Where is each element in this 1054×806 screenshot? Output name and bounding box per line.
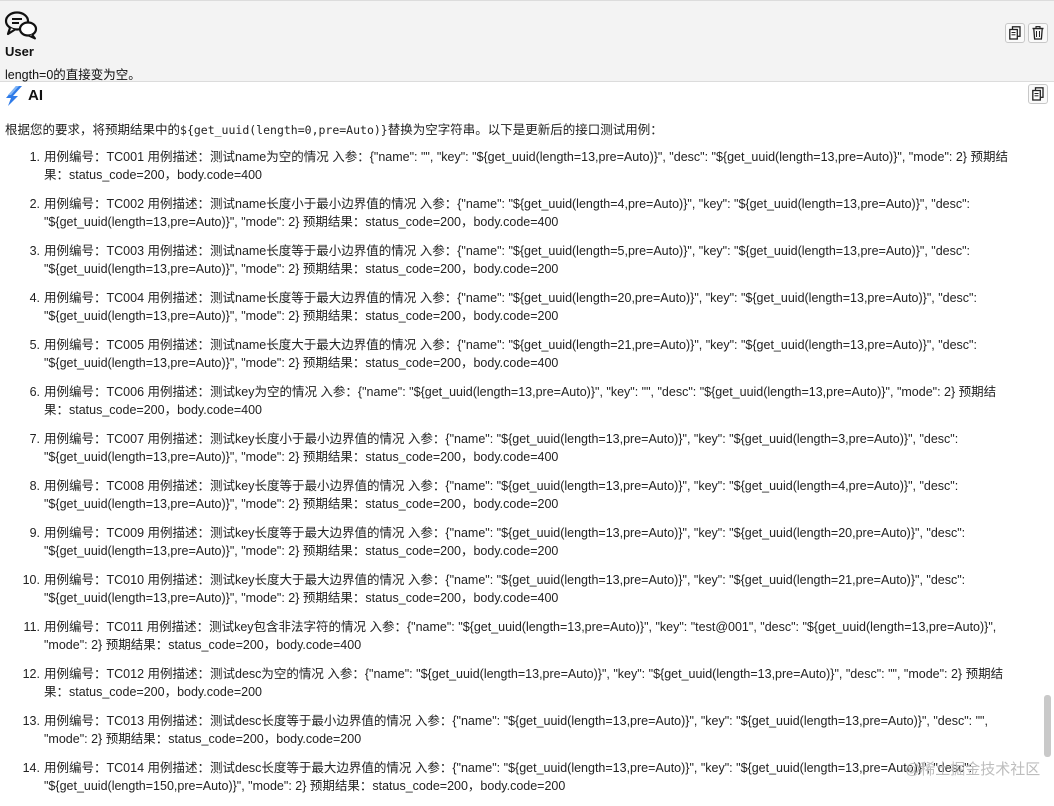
list-item: 13. 用例编号：TC013 用例描述：测试desc长度等于最小边界值的情况 入参… xyxy=(0,712,1040,749)
list-item-line: "${get_uuid(length=13,pre=Auto)}", "mode… xyxy=(44,544,559,558)
list-item-number: 5. xyxy=(29,338,40,352)
list-item-number: 2. xyxy=(29,197,40,211)
list-item-line: 用例编号：TC008 用例描述：测试key长度等于最小边界值的情况 入参：{"n… xyxy=(44,479,959,493)
list-item-line: 果：status_code=200，body.code=400 xyxy=(44,403,262,417)
list-item-line: "${get_uuid(length=13,pre=Auto)}", "mode… xyxy=(44,309,559,323)
list-item-line: "${get_uuid(length=13,pre=Auto)}", "mode… xyxy=(44,497,559,511)
list-item-number: 14. xyxy=(22,761,40,775)
delete-button[interactable] xyxy=(1028,23,1048,43)
ai-logo-icon xyxy=(6,86,22,106)
list-item-line: "${get_uuid(length=13,pre=Auto)}", "mode… xyxy=(44,356,559,370)
list-item-line: "${get_uuid(length=150,pre=Auto)}", "mod… xyxy=(44,779,566,793)
list-item-number: 9. xyxy=(29,526,40,540)
list-item-number: 6. xyxy=(29,385,40,399)
list-item: 5. 用例编号：TC005 用例描述：测试name长度大于最大边界值的情况 入参：… xyxy=(0,336,1040,373)
chat-bubbles-icon xyxy=(4,11,38,40)
list-item-line: 用例编号：TC004 用例描述：测试name长度等于最大边界值的情况 入参：{"… xyxy=(44,291,977,305)
list-item: 1. 用例编号：TC001 用例描述：测试name为空的情况 入参：{"name"… xyxy=(0,148,1040,185)
ai-label: AI xyxy=(28,87,43,104)
watermark: @稀土掘金技术社区 xyxy=(905,761,1041,778)
list-item-line: "mode": 2} 预期结果：status_code=200，body.cod… xyxy=(44,732,362,746)
list-item: 9. 用例编号：TC009 用例描述：测试key长度等于最大边界值的情况 入参：{… xyxy=(0,524,1040,561)
list-item-number: 3. xyxy=(29,244,40,258)
list-item: 10. 用例编号：TC010 用例描述：测试key长度大于最大边界值的情况 入参：… xyxy=(0,571,1040,608)
list-item: 12. 用例编号：TC012 用例描述：测试desc为空的情况 入参：{"name… xyxy=(0,665,1040,702)
ai-intro-text: 根据您的要求，将预期结果中的${get_uuid(length=0,pre=Au… xyxy=(5,119,663,138)
intro-code: ${get_uuid(length=0,pre=Auto)} xyxy=(180,123,388,137)
list-item-number: 8. xyxy=(29,479,40,493)
list-item-line: 用例编号：TC005 用例描述：测试name长度大于最大边界值的情况 入参：{"… xyxy=(44,338,977,352)
list-item-line: 用例编号：TC013 用例描述：测试desc长度等于最小边界值的情况 入参：{"… xyxy=(44,714,988,728)
list-item: 6. 用例编号：TC006 用例描述：测试key为空的情况 入参：{"name":… xyxy=(0,383,1040,420)
list-item-line: 用例编号：TC014 用例描述：测试desc长度等于最大边界值的情况 入参：{"… xyxy=(44,761,973,775)
list-item-line: 果：status_code=200，body.code=400 xyxy=(44,168,262,182)
list-item-number: 11. xyxy=(23,620,40,634)
list-item: 11. 用例编号：TC011 用例描述：测试key包含非法字符的情况 入参：{"n… xyxy=(0,618,1040,655)
list-item: 3. 用例编号：TC003 用例描述：测试name长度等于最小边界值的情况 入参：… xyxy=(0,242,1040,279)
list-item: 4. 用例编号：TC004 用例描述：测试name长度等于最大边界值的情况 入参：… xyxy=(0,289,1040,326)
list-item-number: 1. xyxy=(29,150,40,164)
list-item-line: 用例编号：TC003 用例描述：测试name长度等于最小边界值的情况 入参：{"… xyxy=(44,244,971,258)
list-item-line: 用例编号：TC012 用例描述：测试desc为空的情况 入参：{"name": … xyxy=(44,667,1004,681)
list-item: 8. 用例编号：TC008 用例描述：测试key长度等于最小边界值的情况 入参：{… xyxy=(0,477,1040,514)
intro-prefix: 根据您的要求，将预期结果中的 xyxy=(5,123,181,137)
copy-icon xyxy=(1009,26,1021,40)
list-item-number: 10. xyxy=(22,573,40,587)
test-case-list: 1. 用例编号：TC001 用例描述：测试name为空的情况 入参：{"name"… xyxy=(0,148,1040,806)
list-item-line: "${get_uuid(length=13,pre=Auto)}", "mode… xyxy=(44,591,559,605)
list-item-line: 用例编号：TC009 用例描述：测试key长度等于最大边界值的情况 入参：{"n… xyxy=(44,526,966,540)
user-message-block: User length=0的直接变为空。 xyxy=(0,0,1054,82)
list-item-line: "mode": 2} 预期结果：status_code=200，body.cod… xyxy=(44,638,362,652)
list-item: 14. 用例编号：TC014 用例描述：测试desc长度等于最大边界值的情况 入参… xyxy=(0,759,1040,796)
list-item-number: 12. xyxy=(22,667,40,681)
list-item: 7. 用例编号：TC007 用例描述：测试key长度小于最小边界值的情况 入参：{… xyxy=(0,430,1040,467)
list-item: 2. 用例编号：TC002 用例描述：测试name长度小于最小边界值的情况 入参：… xyxy=(0,195,1040,232)
list-item-line: 用例编号：TC010 用例描述：测试key长度大于最大边界值的情况 入参：{"n… xyxy=(44,573,966,587)
user-message-text: length=0的直接变为空。 xyxy=(5,68,141,82)
list-item-line: 用例编号：TC001 用例描述：测试name为空的情况 入参：{"name": … xyxy=(44,150,1008,164)
list-item-line: 用例编号：TC002 用例描述：测试name长度小于最小边界值的情况 入参：{"… xyxy=(44,197,971,211)
list-item-number: 13. xyxy=(22,714,40,728)
trash-icon xyxy=(1032,26,1044,40)
list-item-line: 用例编号：TC006 用例描述：测试key为空的情况 入参：{"name": "… xyxy=(44,385,997,399)
user-label: User xyxy=(5,44,34,59)
list-item-line: "${get_uuid(length=13,pre=Auto)}", "mode… xyxy=(44,450,559,464)
copy-icon xyxy=(1032,87,1044,101)
list-item-line: "${get_uuid(length=13,pre=Auto)}", "mode… xyxy=(44,215,559,229)
list-item-number: 4. xyxy=(29,291,40,305)
list-item-number: 7. xyxy=(29,432,40,446)
list-item-line: "${get_uuid(length=13,pre=Auto)}", "mode… xyxy=(44,262,559,276)
ai-message-header: AI xyxy=(0,82,1054,110)
scrollbar-thumb[interactable] xyxy=(1044,695,1051,757)
list-item-line: 用例编号：TC007 用例描述：测试key长度小于最小边界值的情况 入参：{"n… xyxy=(44,432,959,446)
ai-copy-button[interactable] xyxy=(1028,84,1048,104)
list-item-line: 果：status_code=200，body.code=200 xyxy=(44,685,262,699)
copy-button[interactable] xyxy=(1005,23,1025,43)
intro-suffix: 替换为空字符串。以下是更新后的接口测试用例： xyxy=(387,123,663,137)
list-item-line: 用例编号：TC011 用例描述：测试key包含非法字符的情况 入参：{"name… xyxy=(44,620,997,634)
